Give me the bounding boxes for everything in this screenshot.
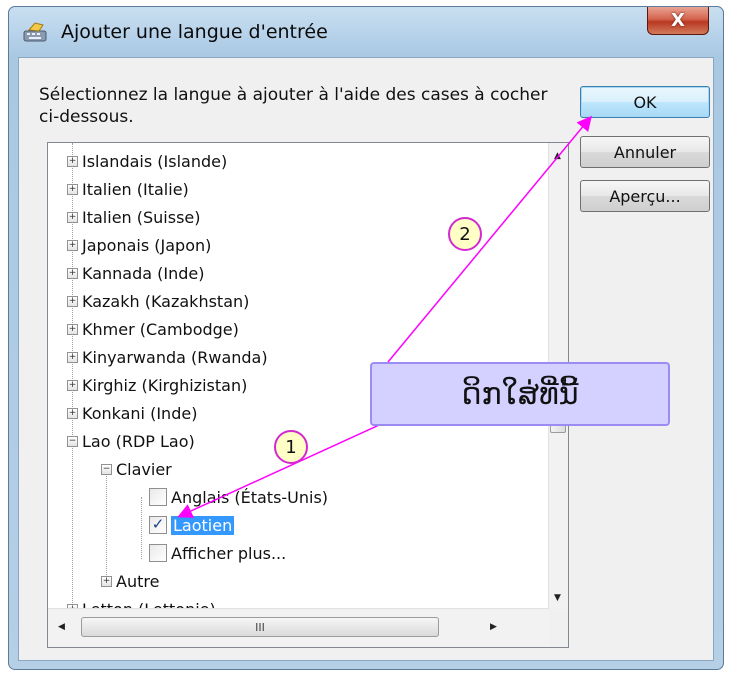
annotation-arrows: [177, 115, 592, 518]
step-number: 2: [459, 223, 471, 245]
step-number: 1: [285, 436, 297, 458]
instruction-callout: ດິກໃສ່ທີ່ນີ້: [370, 362, 670, 426]
step-badge-2: 2: [448, 217, 482, 251]
callout-text: ດິກໃສ່ທີ່ນີ້: [461, 376, 579, 412]
step-badge-1: 1: [274, 430, 308, 464]
arrow-to-ok: [387, 115, 592, 363]
